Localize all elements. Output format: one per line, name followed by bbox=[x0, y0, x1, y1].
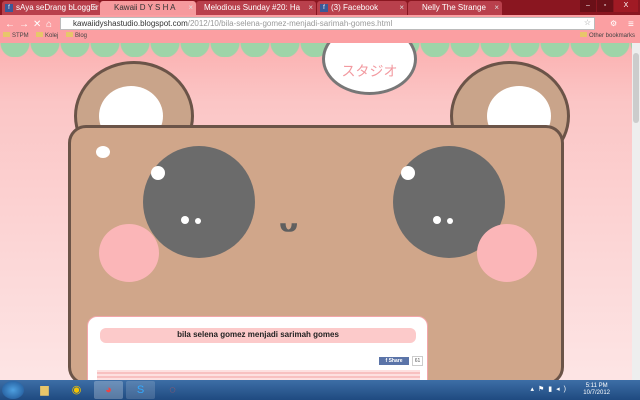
address-bar[interactable]: kawaiidyshastudio.blogspot.com/2012/10/b… bbox=[60, 17, 595, 30]
post-title[interactable]: bila selena gomez menjadi sarimah gomes bbox=[100, 328, 416, 343]
start-button[interactable] bbox=[2, 381, 24, 399]
tab-nelly[interactable]: Nelly The Strange × bbox=[408, 1, 502, 15]
facebook-icon: f bbox=[320, 4, 328, 12]
facebook-icon: f bbox=[5, 4, 13, 12]
stop-icon[interactable]: ✕ bbox=[33, 19, 41, 30]
tab-kawaii[interactable]: Kawaii D Y S H A × bbox=[100, 1, 196, 15]
back-icon[interactable]: ← bbox=[5, 19, 15, 30]
left-eye bbox=[143, 146, 255, 258]
media-icon[interactable]: ◉ bbox=[62, 381, 91, 399]
maximize-button[interactable]: ▫ bbox=[597, 0, 613, 12]
share-count: 61 bbox=[412, 356, 423, 366]
close-window-button[interactable]: X bbox=[614, 0, 638, 12]
tray-icons[interactable]: ▴⚑▮◂) bbox=[531, 385, 571, 393]
bookmark-kolej[interactable]: Kolej bbox=[36, 32, 58, 39]
scallop-border bbox=[0, 43, 632, 57]
close-tab-icon[interactable]: × bbox=[399, 3, 404, 12]
bookmark-blog[interactable]: Blog bbox=[66, 32, 87, 39]
decorative-strip bbox=[97, 370, 420, 380]
app-icon[interactable]: ◌ bbox=[158, 381, 187, 399]
logo-bubble: スタジオ bbox=[322, 43, 417, 95]
chrome-icon[interactable]: ◕ bbox=[94, 381, 123, 399]
clock[interactable]: 5:11 PM 10/7/2012 bbox=[583, 383, 610, 397]
close-tab-icon[interactable]: × bbox=[494, 3, 499, 12]
page-content: スタジオ ᵕᵕ bila selena gomez menjadi sarima… bbox=[0, 43, 632, 380]
bear-mouth: ᵕᵕ bbox=[279, 203, 298, 252]
extension-icon[interactable]: ⚙ bbox=[610, 19, 617, 28]
explorer-icon[interactable]: ▆ bbox=[30, 381, 59, 399]
facebook-share-button[interactable]: f Share bbox=[379, 357, 409, 365]
close-tab-icon[interactable]: × bbox=[92, 3, 97, 12]
home-icon[interactable]: ⌂ bbox=[46, 19, 52, 30]
taskbar: ▆ ◉ ◕ S ◌ ▴⚑▮◂) 5:11 PM 10/7/2012 bbox=[0, 380, 640, 400]
menu-icon[interactable]: ≡ bbox=[628, 19, 634, 30]
tab-blogger[interactable]: f sAya seDrang bLoggEr × bbox=[2, 1, 100, 15]
tab-strip: f sAya seDrang bLoggEr × Kawaii D Y S H A ×… bbox=[0, 0, 640, 15]
tab-facebook[interactable]: f (3) Facebook × bbox=[317, 1, 407, 15]
tab-melodious[interactable]: Melodious Sunday #20: Ha × bbox=[196, 1, 316, 15]
left-blush bbox=[99, 224, 159, 282]
close-tab-icon[interactable]: × bbox=[188, 3, 193, 12]
scrollbar[interactable] bbox=[632, 43, 640, 380]
minimize-button[interactable]: – bbox=[580, 0, 596, 12]
post-card: bila selena gomez menjadi sarimah gomes … bbox=[87, 316, 428, 380]
skype-icon[interactable]: S bbox=[126, 381, 155, 399]
other-bookmarks[interactable]: Other bookmarks bbox=[580, 32, 635, 39]
browser-toolbar: ← → ✕ ⌂ kawaiidyshastudio.blogspot.com/2… bbox=[0, 15, 640, 43]
forward-icon[interactable]: → bbox=[19, 19, 29, 30]
right-blush bbox=[477, 224, 537, 282]
star-icon[interactable]: ☆ bbox=[584, 18, 591, 27]
face-highlight bbox=[96, 146, 110, 158]
bookmark-stpm[interactable]: STPM bbox=[3, 32, 29, 39]
close-tab-icon[interactable]: × bbox=[308, 3, 313, 12]
